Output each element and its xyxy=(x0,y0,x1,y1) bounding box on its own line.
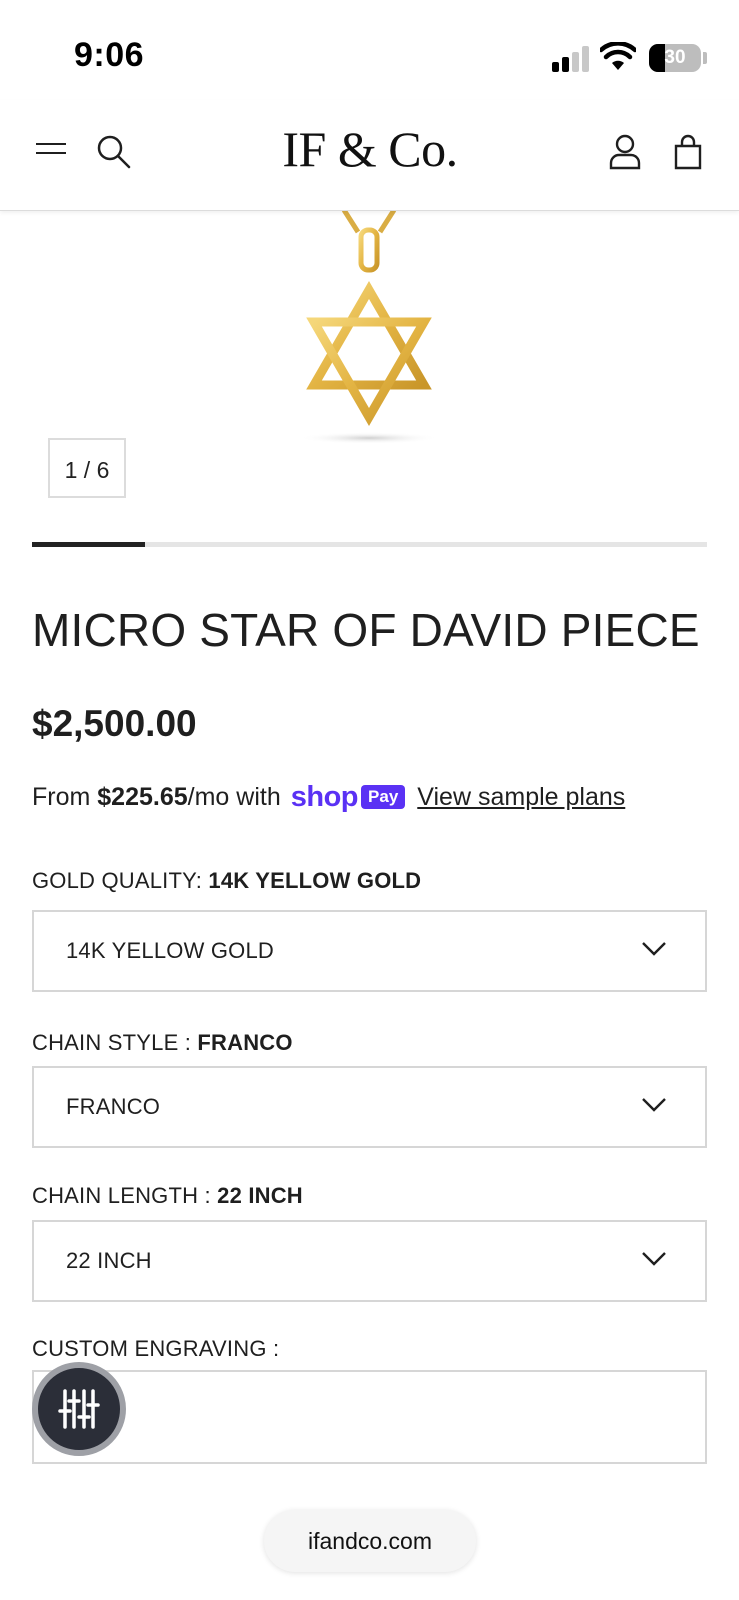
battery-level: 30 xyxy=(664,47,686,68)
custom-engraving-input[interactable] xyxy=(32,1370,707,1464)
status-time: 9:06 xyxy=(74,36,145,74)
chain-style-select[interactable]: FRANCO xyxy=(32,1066,707,1148)
custom-engraving-label: CUSTOM ENGRAVING : xyxy=(32,1336,280,1361)
chain-style-selected: FRANCO xyxy=(197,1030,293,1055)
accessibility-adjust-button[interactable] xyxy=(32,1362,126,1456)
chevron-down-icon xyxy=(642,1252,666,1266)
image-counter: 1 / 6 xyxy=(48,438,126,498)
installment-prefix: From xyxy=(32,782,91,811)
gold-quality-selected: 14K YELLOW GOLD xyxy=(208,868,422,893)
hamburger-menu-icon[interactable] xyxy=(36,140,68,164)
brand-logo[interactable]: IF & Co. xyxy=(230,120,510,178)
shop-pay-logo: shop xyxy=(290,780,359,813)
view-sample-plans-link[interactable]: View sample plans xyxy=(417,783,625,812)
installment-suffix: /mo with xyxy=(187,782,281,811)
gold-quality-value: 14K YELLOW GOLD xyxy=(66,938,275,963)
chain-length-selected: 22 INCH xyxy=(217,1183,303,1208)
product-price: $2,500.00 xyxy=(32,703,197,744)
installment-amount: $225.65 xyxy=(97,782,188,811)
chain-length-label-text: CHAIN LENGTH : xyxy=(32,1183,218,1208)
chevron-down-icon xyxy=(642,1098,666,1112)
star-of-david-pendant-image xyxy=(304,210,434,444)
gallery-progress xyxy=(32,542,707,547)
gold-quality-label: GOLD QUALITY: 14K YELLOW GOLD xyxy=(32,868,421,894)
chain-style-label: CHAIN STYLE : FRANCO xyxy=(32,1030,293,1056)
product-image[interactable] xyxy=(32,210,707,510)
wifi-icon xyxy=(600,42,636,70)
chain-style-value: FRANCO xyxy=(66,1094,161,1119)
battery-cap xyxy=(703,52,707,64)
installment-info: From $225.65/mo with shop Pay View sampl… xyxy=(32,780,625,814)
battery-icon: 30 xyxy=(649,44,701,72)
product-title: MICRO STAR OF DAVID PIECE xyxy=(32,604,700,656)
shop-pay-badge: Pay xyxy=(361,785,406,809)
chain-style-label-text: CHAIN STYLE : xyxy=(32,1030,198,1055)
chevron-down-icon xyxy=(642,942,666,956)
sliders-icon xyxy=(58,1389,100,1429)
gallery-progress-fill xyxy=(32,542,145,547)
chain-length-select[interactable]: 22 INCH xyxy=(32,1220,707,1302)
account-icon[interactable] xyxy=(608,134,642,170)
cellular-signal-icon xyxy=(552,46,590,72)
shopping-bag-icon[interactable] xyxy=(672,134,704,170)
status-bar: 9:06 30 xyxy=(0,0,739,100)
gold-quality-label-text: GOLD QUALITY: xyxy=(32,868,209,893)
browser-url-bar[interactable]: ifandco.com xyxy=(264,1510,476,1572)
site-header: IF & Co. xyxy=(0,100,739,211)
gold-quality-select[interactable]: 14K YELLOW GOLD xyxy=(32,910,707,992)
search-icon[interactable] xyxy=(96,134,132,170)
chain-length-label: CHAIN LENGTH : 22 INCH xyxy=(32,1183,303,1209)
chain-length-value: 22 INCH xyxy=(66,1248,152,1273)
